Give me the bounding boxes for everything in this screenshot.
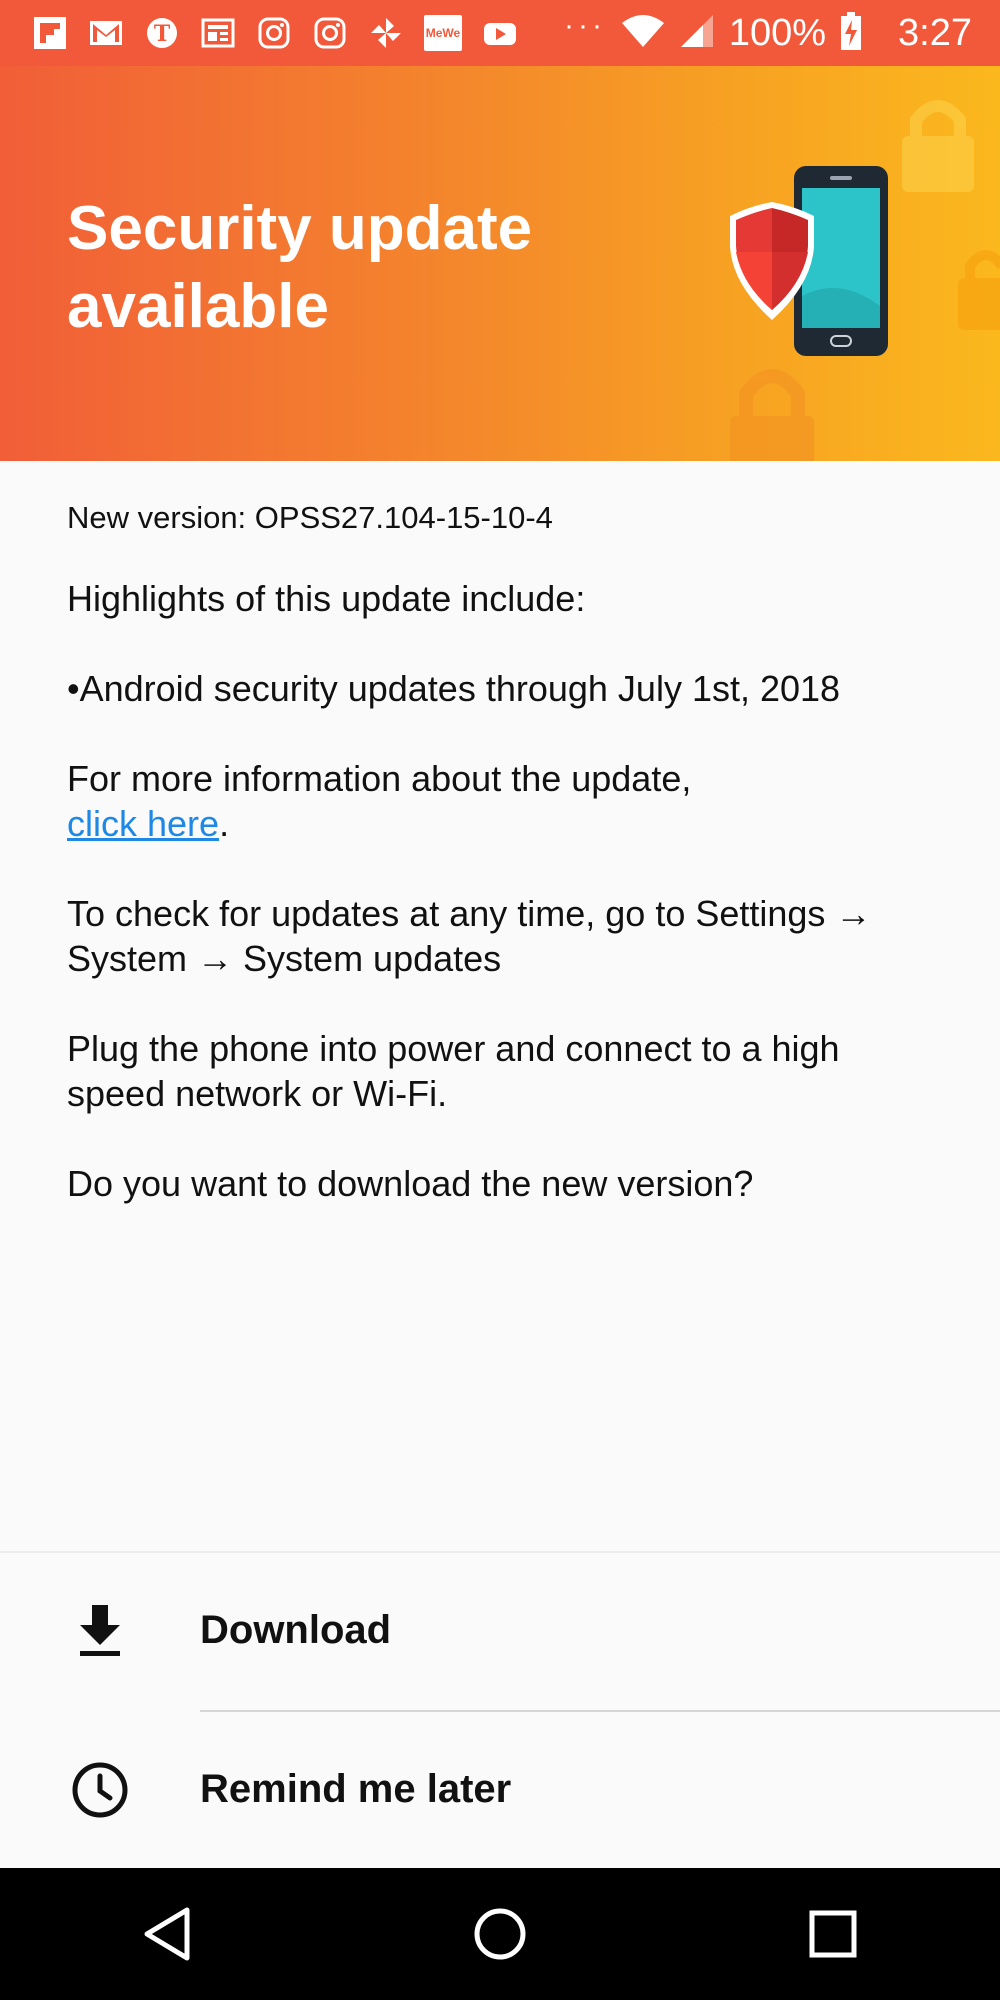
- more-info-text: For more information about the update, cl…: [67, 756, 947, 846]
- flipboard-icon: [32, 15, 68, 51]
- back-icon[interactable]: [122, 1889, 212, 1979]
- check-updates-text: To check for updates at any time, go to …: [67, 893, 872, 979]
- highlight-bullet: •Android security updates through July 1…: [67, 668, 841, 709]
- version-text: New version: OPSS27.104-15-10-4: [67, 500, 553, 535]
- remind-later-button[interactable]: Remind me later: [0, 1712, 1000, 1867]
- navigation-bar: [0, 1868, 1000, 2000]
- notification-icons: T MeWe ···: [32, 11, 606, 51]
- status-bar: T MeWe ··· 100% 3:27: [0, 0, 1000, 66]
- remind-later-label: Remind me later: [200, 1767, 512, 1811]
- svg-text:T: T: [154, 21, 171, 47]
- highlights-heading: Highlights of this update include:: [67, 578, 586, 619]
- cell-signal-icon: [679, 13, 715, 54]
- lock-icon: [902, 100, 974, 192]
- update-details: New version: OPSS27.104-15-10-4 Highligh…: [67, 500, 947, 1251]
- lock-icon: [958, 250, 1000, 330]
- system-icons: 100% 3:27: [621, 0, 972, 66]
- pinwheel-icon: [368, 15, 404, 51]
- gmail-icon: [88, 15, 124, 51]
- download-label: Download: [200, 1608, 392, 1652]
- clock: 3:27: [898, 11, 972, 54]
- battery-charging-icon: [840, 11, 862, 55]
- download-question: Do you want to download the new version?: [67, 1163, 754, 1204]
- recents-icon[interactable]: [788, 1889, 878, 1979]
- more-info-prefix: For more information about the update,: [67, 758, 692, 799]
- youtube-icon: [482, 15, 518, 51]
- download-button[interactable]: Download: [0, 1553, 1000, 1708]
- home-icon[interactable]: [455, 1889, 545, 1979]
- security-illustration: [690, 66, 1000, 461]
- lock-icon: [730, 369, 814, 461]
- nytimes-icon: T: [144, 15, 180, 51]
- download-icon: [70, 1601, 130, 1661]
- plug-in-text: Plug the phone into power and connect to…: [67, 1028, 840, 1114]
- more-notifications-indicator: ···: [564, 9, 606, 42]
- instagram-icon: [256, 15, 292, 51]
- more-info-suffix: .: [219, 803, 230, 844]
- page-title: Security update available: [67, 194, 533, 341]
- clock-icon: [70, 1760, 130, 1820]
- wifi-icon: [621, 13, 665, 54]
- news-icon: [200, 15, 236, 51]
- instagram-icon: [312, 15, 348, 51]
- update-header-banner: Security update available: [0, 66, 1000, 461]
- battery-percentage: 100%: [728, 11, 827, 54]
- action-list: Download Remind me later: [0, 1551, 1000, 1870]
- click-here-link[interactable]: click here: [67, 803, 219, 844]
- mewe-icon: MeWe: [424, 15, 462, 51]
